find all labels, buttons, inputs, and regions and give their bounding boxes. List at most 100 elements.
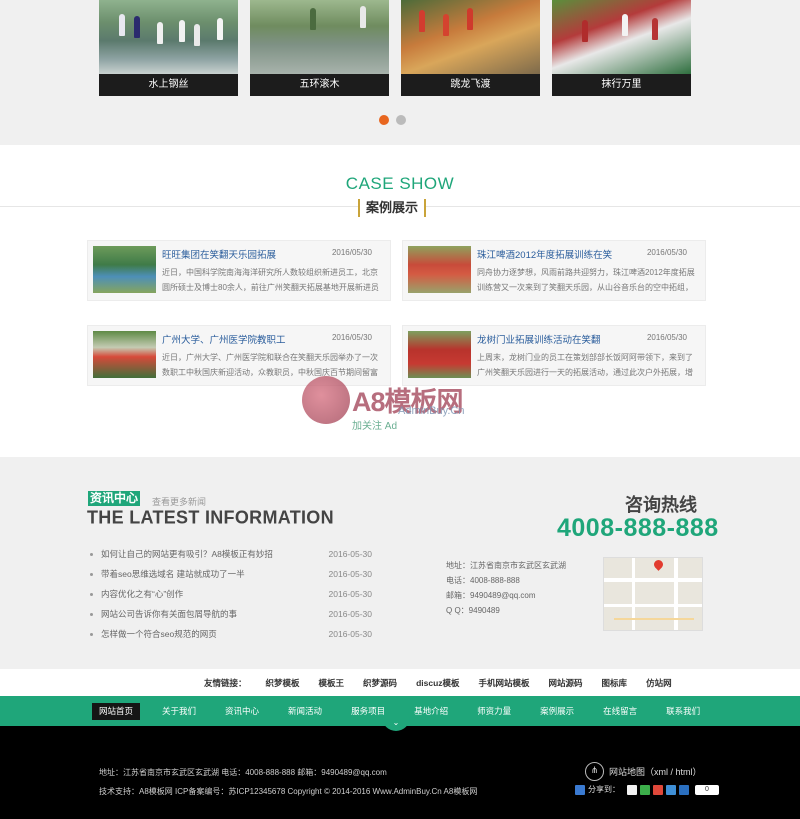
case-thumbnail[interactable] <box>93 246 156 293</box>
share-renren-icon[interactable] <box>679 784 689 795</box>
case-title-en: CASE SHOW <box>345 174 455 193</box>
case-date: 2016/05/30 <box>331 248 372 257</box>
contact-phone: 电话：4008-888-888 <box>446 576 520 585</box>
activities-carousel: 水上钢丝 五环滚木 跳龙飞渡 抹行万里 <box>0 0 800 145</box>
news-item-date: 2016-05-30 <box>328 569 372 579</box>
share-plus-icon[interactable] <box>575 784 585 795</box>
case-show-section: CASE SHOW 案例展示 旺旺集团在笑翻天乐园拓展 2016/05/30 近… <box>0 145 800 457</box>
case-description: 近日，中国科学院南海海洋研究所人数较组织新进员工，北京圆所硕士及博士80余人，前… <box>162 268 379 292</box>
case-title-link[interactable]: 旺旺集团在笑翻天乐园拓展 <box>162 247 276 261</box>
news-item[interactable]: 内容优化之有“心”创作 2016-05-30 <box>88 584 378 604</box>
case-thumbnail[interactable] <box>93 331 156 378</box>
case-title-link[interactable]: 龙树门业拓展训练活动在笑翻 <box>477 332 601 346</box>
footer-contact-line: 地址：江苏省南京市玄武区玄武湖 电话：4008-888-888 邮箱：94904… <box>99 768 387 777</box>
nav-cases[interactable]: 案例展示 <box>533 703 581 720</box>
map-pin-icon <box>652 558 665 571</box>
activity-photo <box>401 0 540 74</box>
location-map[interactable] <box>603 557 703 631</box>
nav-teachers[interactable]: 师资力量 <box>470 703 518 720</box>
news-item-date: 2016-05-30 <box>328 629 372 639</box>
friend-link[interactable]: 网站源码 <box>549 677 583 689</box>
activity-card[interactable]: 水上钢丝 <box>99 0 238 96</box>
sitemap-label[interactable]: 网站地图（xml / html） <box>609 765 702 778</box>
friend-links: 友情链接： 织梦模板 模板王 织梦源码 discuz模板 手机网站模板 网站源码… <box>0 669 800 696</box>
sitemap-icon: ⋔ <box>585 762 604 781</box>
news-tag: 资讯中心 <box>88 491 141 506</box>
news-item[interactable]: 怎样做一个符合seo规范的网页 2016-05-30 <box>88 624 378 644</box>
bottom-nav: 网站首页 关于我们 资讯中心 新闻活动 服务项目 基地介绍 师资力量 案例展示 … <box>0 696 800 731</box>
activity-caption: 抹行万里 <box>552 74 691 96</box>
share-wechat-icon[interactable] <box>640 784 650 795</box>
share-label: 分享到： <box>588 785 620 794</box>
case-description: 上周末，龙树门业的员工在策划部部长饭阿阿带领下，来到了广州笑翻天乐园进行一天的拓… <box>477 353 693 377</box>
friend-links-label: 友情链接： <box>204 677 247 688</box>
nav-contact[interactable]: 联系我们 <box>659 703 707 720</box>
nav-news[interactable]: 资讯中心 <box>218 703 266 720</box>
case-date: 2016/05/30 <box>646 333 687 342</box>
news-item[interactable]: 如何让自己的网站更有吸引？A8模板正有妙招 2016-05-30 <box>88 544 378 564</box>
activity-photo <box>552 0 691 74</box>
case-title-link[interactable]: 珠江啤酒2012年度拓展训练在笑 <box>477 247 612 261</box>
nav-base[interactable]: 基地介绍 <box>407 703 455 720</box>
footer-copyright-line: 技术支持：A8模板网 ICP备案编号：苏ICP12345678 Copyrigh… <box>99 787 478 796</box>
activity-photo <box>99 0 238 74</box>
friend-link[interactable]: 织梦源码 <box>363 677 397 689</box>
news-item-title[interactable]: 带着seo思维选域名 建站就成功了一半 <box>101 569 245 579</box>
sitemap-link[interactable]: ⋔ 网站地图（xml / html） <box>585 762 702 781</box>
activity-card[interactable]: 五环滚木 <box>250 0 389 96</box>
nav-message[interactable]: 在线留言 <box>596 703 644 720</box>
activity-caption: 五环滚木 <box>250 74 389 96</box>
case-thumbnail[interactable] <box>408 331 471 378</box>
nav-about[interactable]: 关于我们 <box>155 703 203 720</box>
news-section: 资讯中心 查看更多新闻 THE LATEST INFORMATION 如何让自己… <box>0 457 800 669</box>
friend-link[interactable]: 手机网站模板 <box>479 677 530 689</box>
case-date: 2016/05/30 <box>331 333 372 342</box>
friend-link[interactable]: 仿站网 <box>646 677 672 689</box>
case-card[interactable]: 广州大学、广州医学院教职工 2016/05/30 近日，广州大学、广州医学院和联… <box>87 325 391 386</box>
news-item-title[interactable]: 怎样做一个符合seo规范的网页 <box>101 629 217 639</box>
contact-address: 地址：江苏省南京市玄武区玄武湖 <box>446 561 566 570</box>
news-item-title[interactable]: 网站公司告诉你有关面包屑导航的事 <box>101 609 237 619</box>
activity-caption: 水上钢丝 <box>99 74 238 96</box>
activity-card[interactable]: 跳龙飞渡 <box>401 0 540 96</box>
case-description: 近日，广州大学、广州医学院和联合在笑翻天乐园举办了一次数职工中秋国庆新迎活动，众… <box>162 353 378 377</box>
news-item-date: 2016-05-30 <box>328 609 372 619</box>
news-item-date: 2016-05-30 <box>328 549 372 559</box>
share-qzone-icon[interactable] <box>627 784 637 795</box>
share-weibo-icon[interactable] <box>653 784 663 795</box>
case-card[interactable]: 珠江啤酒2012年度拓展训练在笑 2016/05/30 同舟协力逐梦想，风雨前路… <box>402 240 706 301</box>
activity-caption: 跳龙飞渡 <box>401 74 540 96</box>
contact-info: 地址：江苏省南京市玄武区玄武湖 电话：4008-888-888 邮箱：94904… <box>446 558 566 618</box>
friend-link[interactable]: 图标库 <box>602 677 628 689</box>
case-thumbnail[interactable] <box>408 246 471 293</box>
share-count: 0 <box>695 784 719 795</box>
news-title-en: THE LATEST INFORMATION <box>87 506 334 528</box>
carousel-dot-1[interactable] <box>379 115 389 125</box>
friend-link[interactable]: discuz模板 <box>416 677 459 689</box>
news-item-date: 2016-05-30 <box>328 589 372 599</box>
nav-home[interactable]: 网站首页 <box>92 703 141 720</box>
case-title-cn: 案例展示 <box>358 199 427 217</box>
news-item-title[interactable]: 内容优化之有“心”创作 <box>101 589 183 599</box>
news-item[interactable]: 带着seo思维选域名 建站就成功了一半 2016-05-30 <box>88 564 378 584</box>
news-item[interactable]: 网站公司告诉你有关面包屑导航的事 2016-05-30 <box>88 604 378 624</box>
case-date: 2016/05/30 <box>646 248 687 257</box>
friend-link[interactable]: 模板王 <box>319 677 345 689</box>
case-title-link[interactable]: 广州大学、广州医学院教职工 <box>162 332 286 346</box>
case-card[interactable]: 旺旺集团在笑翻天乐园拓展 2016/05/30 近日，中国科学院南海海洋研究所人… <box>87 240 391 301</box>
activity-card[interactable]: 抹行万里 <box>552 0 691 96</box>
news-item-title[interactable]: 如何让自己的网站更有吸引？A8模板正有妙招 <box>101 549 273 559</box>
hotline-number: 4008-888-888 <box>557 514 719 542</box>
contact-email: 邮箱：9490489@qq.com <box>446 591 536 600</box>
nav-events[interactable]: 新闻活动 <box>281 703 329 720</box>
footer: 地址：江苏省南京市玄武区玄武湖 电话：4008-888-888 邮箱：94904… <box>0 726 800 819</box>
contact-qq: Q Q：9490489 <box>446 606 500 615</box>
case-description: 同舟协力逐梦想，风雨前路共迎努力，珠江啤酒2012年度拓展训练营又一次来到了笑翻… <box>477 268 695 292</box>
carousel-dot-2[interactable] <box>396 115 406 125</box>
news-list: 如何让自己的网站更有吸引？A8模板正有妙招 2016-05-30 带着seo思维选… <box>88 544 378 644</box>
friend-link[interactable]: 织梦模板 <box>266 677 300 689</box>
activity-photo <box>250 0 389 74</box>
share-bar: 分享到： 0 <box>575 784 719 795</box>
case-card[interactable]: 龙树门业拓展训练活动在笑翻 2016/05/30 上周末，龙树门业的员工在策划部… <box>402 325 706 386</box>
share-tencent-icon[interactable] <box>666 784 676 795</box>
